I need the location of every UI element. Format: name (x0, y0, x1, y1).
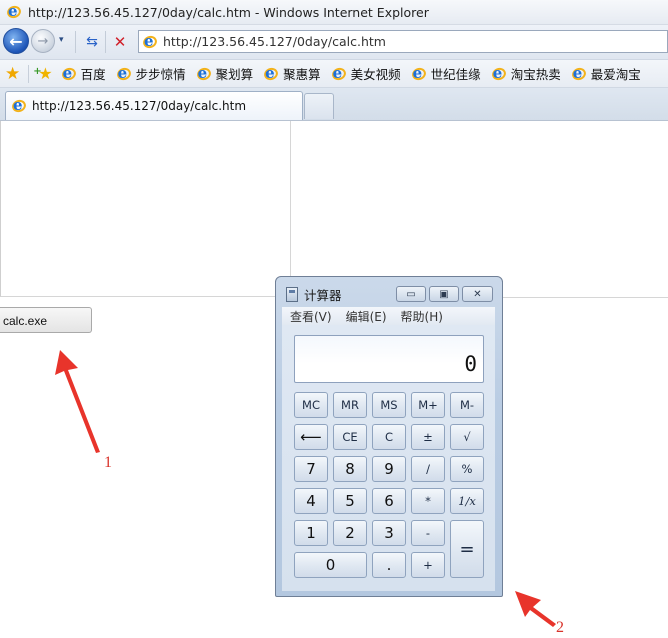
digit-7-button[interactable]: 7 (294, 456, 328, 482)
ce-button[interactable]: CE (333, 424, 367, 450)
backspace-button[interactable]: ⟵ (294, 424, 328, 450)
digit-9-button[interactable]: 9 (372, 456, 406, 482)
calculator-body: 0 MC MR MS M+ M- ⟵ CE C ± √ 7 8 9 / % 4 … (282, 325, 495, 591)
mr-button[interactable]: MR (333, 392, 367, 418)
subtract-button[interactable]: - (411, 520, 445, 546)
minimize-button[interactable]: ▭ (396, 286, 426, 302)
m-plus-button[interactable]: M+ (411, 392, 445, 418)
digit-3-button[interactable]: 3 (372, 520, 406, 546)
decimal-button[interactable]: . (372, 552, 406, 578)
annotation-label-2: 2 (556, 619, 564, 636)
reciprocal-button[interactable]: 1/x (450, 488, 484, 514)
m-minus-button[interactable]: M- (450, 392, 484, 418)
calculator-window: 计算器 ▭ ▣ ✕ 查看(V) 编辑(E) 帮助(H) 0 MC MR MS M… (275, 276, 503, 597)
maximize-button[interactable]: ▣ (429, 286, 459, 302)
annotation-arrow-1 (55, 350, 100, 453)
divide-button[interactable]: / (411, 456, 445, 482)
digit-4-button[interactable]: 4 (294, 488, 328, 514)
annotation-label-1: 1 (104, 454, 112, 471)
clear-button[interactable]: C (372, 424, 406, 450)
calculator-icon (286, 287, 298, 302)
close-button[interactable]: ✕ (462, 286, 493, 302)
calculator-display: 0 (294, 335, 484, 383)
calculator-menu-bar: 查看(V) 编辑(E) 帮助(H) (282, 307, 495, 325)
digit-1-button[interactable]: 1 (294, 520, 328, 546)
menu-edit[interactable]: 编辑(E) (346, 308, 387, 325)
multiply-button[interactable]: * (411, 488, 445, 514)
digit-0-button[interactable]: 0 (294, 552, 367, 578)
menu-help[interactable]: 帮助(H) (401, 308, 443, 325)
negate-button[interactable]: ± (411, 424, 445, 450)
sqrt-button[interactable]: √ (450, 424, 484, 450)
mc-button[interactable]: MC (294, 392, 328, 418)
menu-view[interactable]: 查看(V) (290, 308, 332, 325)
add-button[interactable]: + (411, 552, 445, 578)
digit-8-button[interactable]: 8 (333, 456, 367, 482)
annotation-arrow-2 (515, 591, 556, 627)
digit-5-button[interactable]: 5 (333, 488, 367, 514)
calculator-title-bar: 计算器 (286, 285, 342, 304)
digit-2-button[interactable]: 2 (333, 520, 367, 546)
window-controls: ▭ ▣ ✕ (396, 286, 496, 302)
digit-6-button[interactable]: 6 (372, 488, 406, 514)
percent-button[interactable]: % (450, 456, 484, 482)
ms-button[interactable]: MS (372, 392, 406, 418)
equals-button[interactable]: = (450, 520, 484, 578)
calculator-title: 计算器 (304, 288, 342, 303)
